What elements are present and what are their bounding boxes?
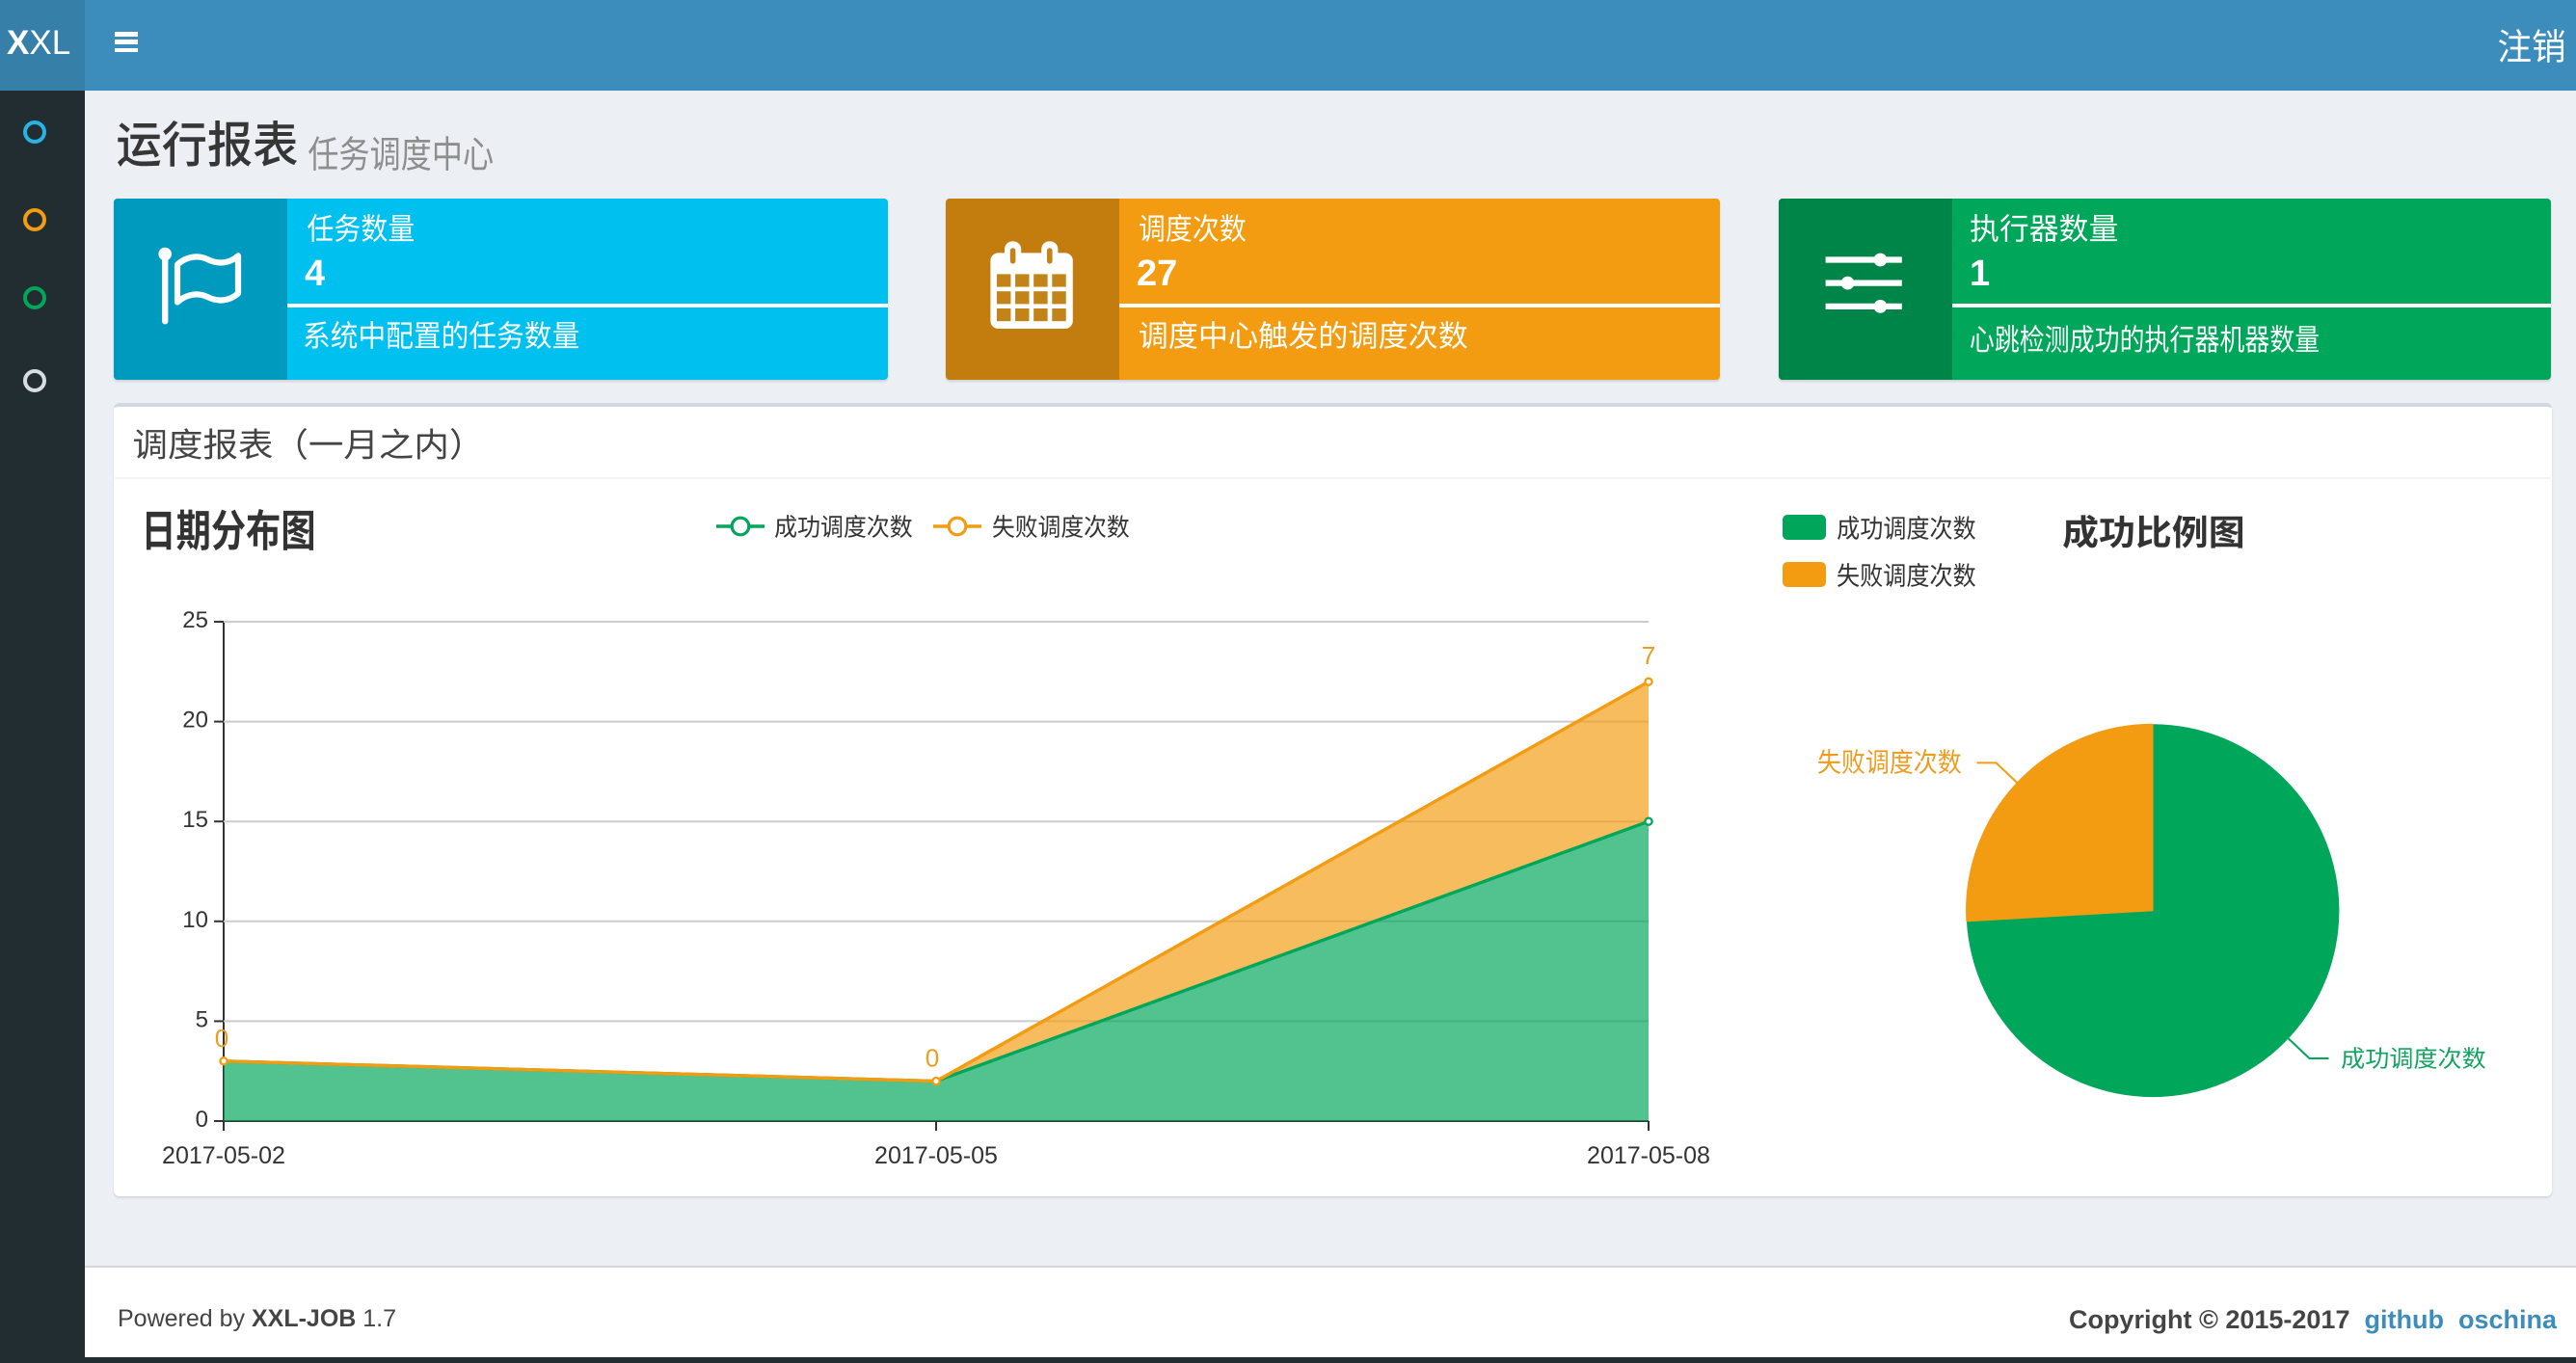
svg-text:2017-05-05: 2017-05-05 (874, 1142, 998, 1169)
svg-text:7: 7 (1642, 641, 1655, 670)
svg-text:10: 10 (182, 907, 208, 933)
svg-text:0: 0 (926, 1044, 939, 1073)
svg-text:2017-05-08: 2017-05-08 (1587, 1142, 1710, 1169)
svg-text:25: 25 (182, 607, 208, 633)
svg-text:0: 0 (196, 1107, 208, 1133)
svg-text:15: 15 (182, 807, 208, 833)
svg-text:0: 0 (215, 1024, 228, 1053)
svg-text:2017-05-02: 2017-05-02 (162, 1142, 285, 1169)
svg-text:5: 5 (196, 1006, 208, 1032)
svg-text:20: 20 (182, 708, 208, 734)
